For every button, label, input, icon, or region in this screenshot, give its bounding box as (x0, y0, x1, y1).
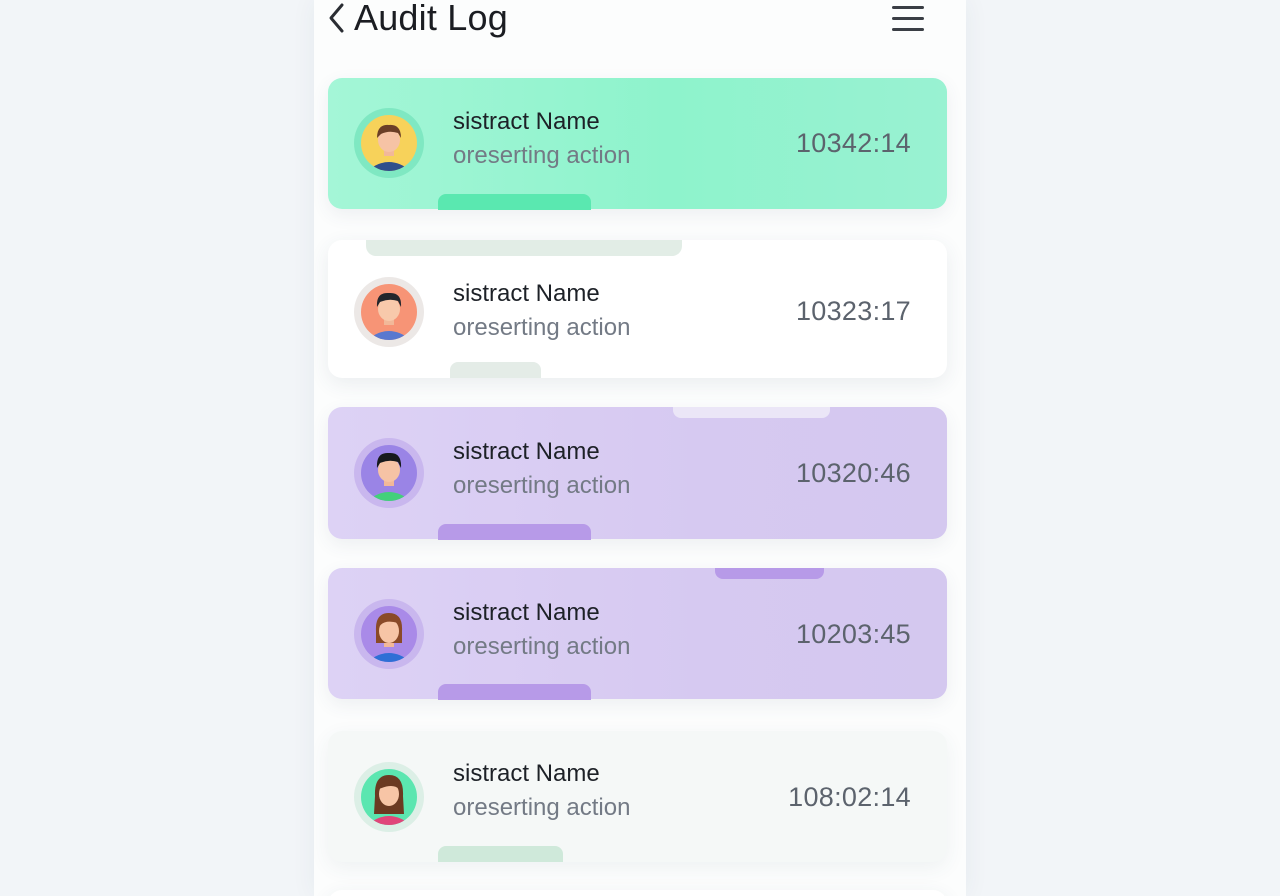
entry-name: sistract Name (453, 108, 600, 135)
card-tab-indicator (438, 524, 591, 540)
entry-action: oreserting action (453, 314, 631, 341)
avatar (354, 108, 424, 178)
card-tab-indicator (438, 684, 591, 700)
entry-action: oreserting action (453, 633, 631, 660)
user-avatar-icon (361, 606, 417, 662)
entry-name: sistract Name (453, 438, 600, 465)
hamburger-menu-icon (892, 6, 924, 31)
page-title: Audit Log (354, 0, 508, 38)
card-tab-indicator (438, 194, 591, 210)
audit-entry-card[interactable]: sistract Name oreserting action 10342:14 (328, 78, 947, 210)
menu-button[interactable] (888, 2, 928, 34)
entry-time: 108:02:14 (788, 782, 911, 812)
card-tab-indicator (450, 362, 541, 378)
card-tab-indicator (438, 846, 563, 862)
avatar (354, 762, 424, 832)
entry-action: oreserting action (453, 794, 631, 821)
back-button[interactable] (322, 0, 352, 36)
entry-time: 10342:14 (795, 128, 911, 158)
audit-entry-card[interactable]: sistract Name oreserting action 10203:45 (328, 568, 947, 700)
audit-entry-card[interactable]: sistract Name oreserting action 108:02:1… (328, 731, 947, 862)
chevron-left-icon (329, 3, 344, 33)
card-tab-indicator (715, 568, 824, 579)
audit-entry-card[interactable]: sistract Name oreserting action 10323:17 (328, 240, 947, 378)
entry-time: 10320:46 (795, 458, 911, 488)
card-tab-indicator (366, 240, 682, 256)
user-avatar-icon (361, 115, 417, 171)
entry-name: sistract Name (453, 599, 600, 626)
entry-time: 10323:17 (795, 296, 911, 326)
user-avatar-icon (361, 445, 417, 501)
user-avatar-icon (361, 769, 417, 825)
entry-time: 10203:45 (795, 619, 911, 649)
audit-entry-card[interactable]: sistract Name oreserting action 10320:46 (328, 407, 947, 540)
entry-action: oreserting action (453, 472, 631, 499)
avatar (354, 438, 424, 508)
entry-name: sistract Name (453, 760, 600, 787)
audit-log-screen: Audit Log sistract Name oreserting actio… (314, 0, 966, 896)
avatar (354, 277, 424, 347)
entry-action: oreserting action (453, 142, 631, 169)
user-avatar-icon (361, 284, 417, 340)
header: Audit Log (314, 0, 966, 44)
entry-name: sistract Name (453, 280, 600, 307)
card-tab-indicator (673, 407, 830, 418)
audit-entry-card[interactable] (328, 890, 947, 896)
avatar (354, 599, 424, 669)
